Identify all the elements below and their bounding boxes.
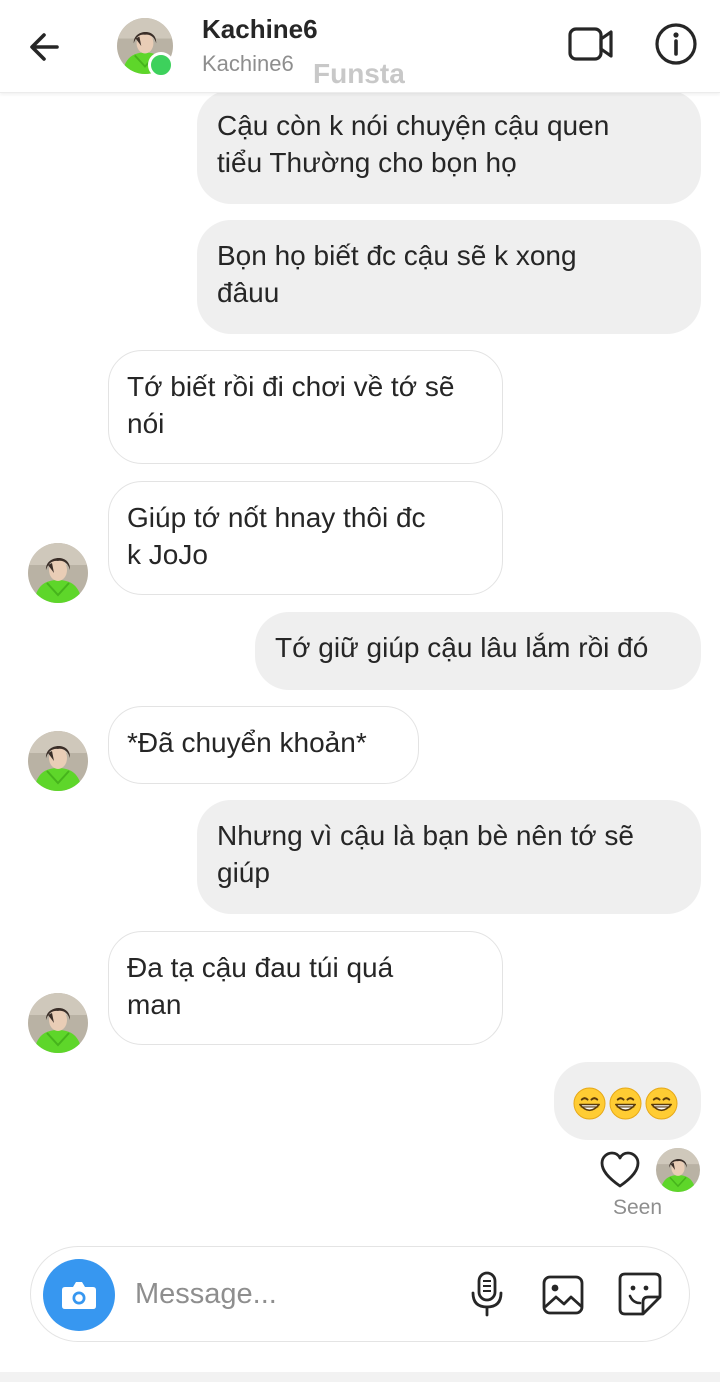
message-text: *Đã chuyển khoản* (127, 727, 367, 758)
message-text: Giúp tớ nốt hnay thôi đc k JoJo (127, 502, 426, 570)
video-call-button[interactable] (566, 22, 616, 66)
grinning-face-emoji-icon (573, 1087, 606, 1120)
info-button[interactable] (652, 20, 700, 68)
voice-message-button[interactable] (467, 1269, 507, 1319)
grinning-face-emoji-icon (645, 1087, 678, 1120)
camera-button[interactable] (43, 1259, 115, 1331)
message-outgoing[interactable]: Cậu còn k nói chuyện cậu quen tiểu Thườn… (197, 90, 701, 204)
sticker-icon (618, 1272, 662, 1316)
back-button[interactable] (24, 24, 70, 70)
sender-avatar[interactable] (28, 993, 88, 1053)
camera-icon (62, 1282, 96, 1309)
message-text: Bọn họ biết đc cậu sẽ k xong đâuu (217, 240, 577, 308)
chat-header: Kachine6 Kachine6 Funsta (0, 0, 720, 93)
arrow-left-icon (30, 33, 59, 61)
seen-status: Seen (613, 1196, 663, 1219)
sender-avatar[interactable] (28, 731, 88, 791)
message-incoming[interactable]: *Đã chuyển khoản* (108, 706, 419, 784)
grinning-face-emoji-icon (609, 1087, 642, 1120)
message-text: Nhưng vì cậu là bạn bè nên tớ sẽ giúp (217, 820, 634, 888)
contact-username: Kachine6 (202, 51, 294, 76)
system-navigation-bar (0, 1372, 720, 1382)
message-outgoing[interactable]: Tớ giữ giúp cậu lâu lắm rồi đó (255, 612, 701, 690)
message-text: Tớ giữ giúp cậu lâu lắm rồi đó (275, 632, 649, 663)
microphone-icon (471, 1271, 503, 1317)
video-call-icon (568, 27, 613, 61)
message-incoming[interactable]: Giúp tớ nốt hnay thôi đc k JoJo (108, 481, 503, 595)
message-text: Tớ biết rồi đi chơi về tớ sẽ nói (127, 371, 455, 439)
sticker-button[interactable] (617, 1271, 663, 1317)
message-incoming[interactable]: Đa tạ cậu đau túi quá man (108, 931, 503, 1045)
heart-outline-icon (600, 1151, 640, 1188)
message-outgoing-emoji[interactable] (554, 1062, 701, 1140)
message-text: Đa tạ cậu đau túi quá man (127, 952, 394, 1020)
info-icon (655, 23, 697, 65)
online-status-indicator (148, 52, 174, 78)
contact-name[interactable]: Kachine6 (202, 14, 318, 45)
message-incoming[interactable]: Tớ biết rồi đi chơi về tớ sẽ nói (108, 350, 503, 464)
gallery-button[interactable] (541, 1273, 585, 1317)
watermark-text: Funsta (313, 58, 405, 89)
message-text: Cậu còn k nói chuyện cậu quen tiểu Thườn… (217, 110, 610, 178)
message-composer (30, 1246, 690, 1342)
message-outgoing[interactable]: Nhưng vì cậu là bạn bè nên tớ sẽ giúp (197, 800, 701, 914)
image-gallery-icon (542, 1275, 584, 1315)
sender-avatar[interactable] (28, 543, 88, 603)
like-button[interactable] (599, 1150, 641, 1190)
message-input[interactable] (135, 1271, 435, 1317)
message-outgoing[interactable]: Bọn họ biết đc cậu sẽ k xong đâuu (197, 220, 701, 334)
seen-by-avatar (656, 1148, 700, 1192)
